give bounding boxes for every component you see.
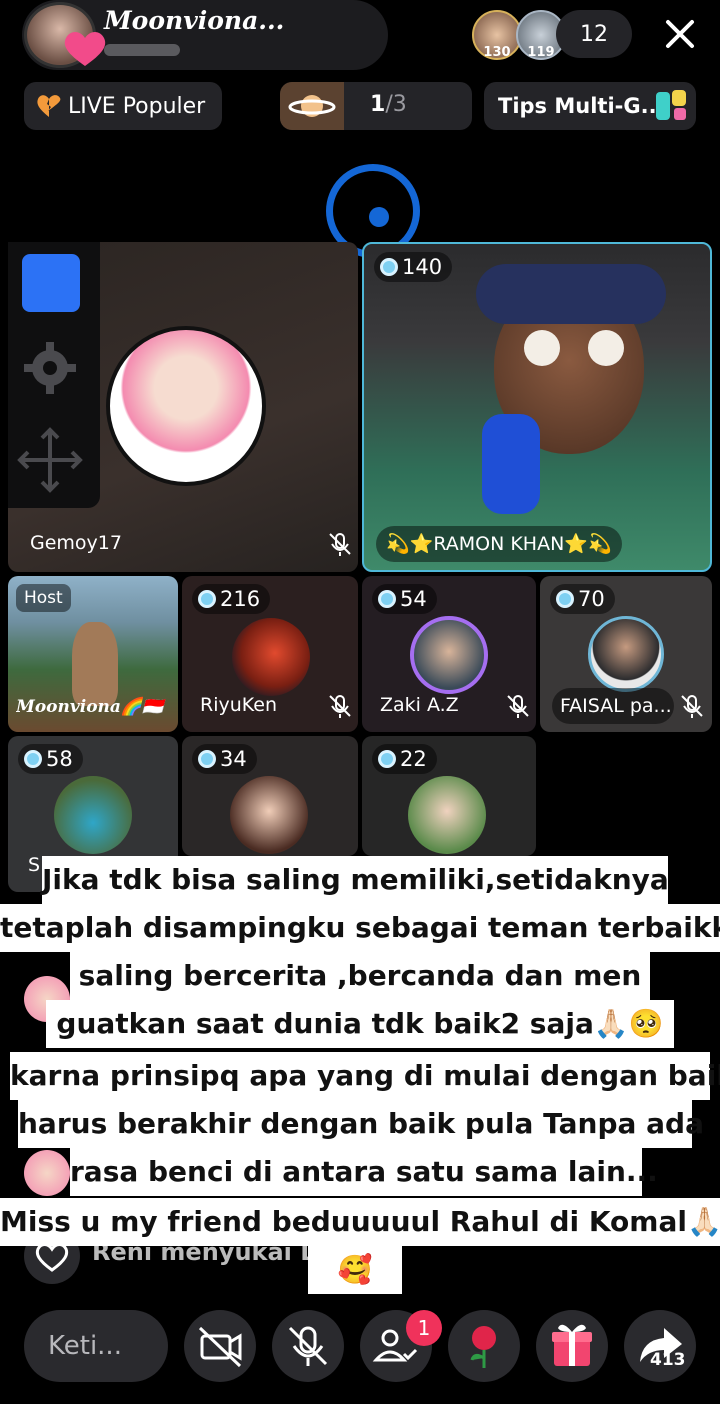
avatar xyxy=(408,776,486,854)
guest-name: Zaki A.Z xyxy=(380,694,459,716)
guest-name: S xyxy=(28,854,41,876)
close-icon[interactable] xyxy=(654,14,706,58)
host-progress-bar xyxy=(104,44,180,56)
guest-name: 💫⭐RAMON KHAN⭐💫 xyxy=(376,526,622,562)
gem-icon xyxy=(378,590,396,608)
gem-badge: 216 xyxy=(192,584,271,614)
overlay-text-line: Jika tdk bisa saling memiliki,setidaknya xyxy=(42,856,669,904)
mic-off-button[interactable] xyxy=(272,1310,344,1382)
avatar xyxy=(588,616,664,692)
overlay-text-line: rasa benci di antara satu sama lain... xyxy=(70,1148,658,1196)
badge-count: 140 xyxy=(402,255,443,279)
notification-badge: 1 xyxy=(406,1310,442,1346)
page-indicator[interactable]: 1/3 xyxy=(280,82,472,130)
host-label: Host xyxy=(16,584,71,612)
guest-tile-host[interactable]: Host Moonviona🌈🇮🇩 xyxy=(8,576,178,732)
live-populer-label: LIVE Populer xyxy=(68,93,206,119)
page-number: 1/3 xyxy=(370,92,407,117)
guest-tile-22[interactable]: 22 xyxy=(362,736,536,856)
gear-icon[interactable] xyxy=(20,338,80,398)
host-name: Moonviona... xyxy=(104,6,285,35)
mic-muted-icon xyxy=(329,695,351,718)
multi-guest-icon xyxy=(656,90,686,120)
guest-tile-34[interactable]: 34 xyxy=(182,736,358,856)
avatar xyxy=(232,618,310,696)
gem-badge: 34 xyxy=(192,744,257,774)
gem-icon xyxy=(380,258,398,276)
gem-badge: 70 xyxy=(550,584,615,614)
gem-badge: 54 xyxy=(372,584,437,614)
badge-count: 70 xyxy=(578,587,605,611)
gem-icon xyxy=(378,750,396,768)
overlay-text-line: guatkan saat dunia tdk baik2 saja🙏🏻🥺 xyxy=(46,1000,674,1048)
overlay-text-line: saling bercerita ,bercanda dan men xyxy=(70,952,650,1000)
gem-icon xyxy=(24,750,42,768)
tips-label: Tips Multi-G... xyxy=(498,94,665,118)
share-count: 413 xyxy=(650,1350,686,1370)
guest-tile-zaki[interactable]: 54 Zaki A.Z xyxy=(362,576,536,732)
avatar xyxy=(230,776,308,854)
gem-badge: 140 xyxy=(374,252,453,282)
host-tile-name: Moonviona🌈🇮🇩 xyxy=(16,697,164,717)
eye-right xyxy=(588,330,624,366)
bandana xyxy=(476,264,666,324)
gift-button[interactable] xyxy=(536,1310,608,1382)
broken-heart-icon xyxy=(37,95,61,117)
overlay-text-line: 🥰 xyxy=(308,1246,402,1294)
share-arrow-icon xyxy=(640,1328,682,1362)
badge-count: 216 xyxy=(220,587,261,611)
page-total: /3 xyxy=(385,92,407,117)
share-button[interactable]: 413 xyxy=(624,1310,696,1382)
microphone xyxy=(482,414,540,514)
chat-avatar[interactable] xyxy=(24,1150,70,1196)
viewer-count[interactable]: 12 xyxy=(556,10,632,58)
guest-name: Gemoy17 xyxy=(30,532,122,554)
avatar xyxy=(410,616,488,694)
guest-tile-ramon-khan[interactable]: 140 💫⭐RAMON KHAN⭐💫 xyxy=(362,242,712,572)
guest-name: FAISAL pa... xyxy=(552,688,674,724)
gem-badge: 58 xyxy=(18,744,83,774)
eye-left xyxy=(524,330,560,366)
overlay-text-line: karna prinsipq apa yang di mulai dengan … xyxy=(10,1052,720,1100)
live-populer-button[interactable]: LIVE Populer xyxy=(24,82,222,130)
gift-icon xyxy=(552,1324,592,1366)
avatar xyxy=(54,776,132,854)
rose-gift-button[interactable] xyxy=(448,1310,520,1382)
mic-off-icon xyxy=(288,1326,328,1366)
mic-muted-icon xyxy=(681,695,703,718)
planet-icon xyxy=(288,95,336,117)
mic-muted-icon xyxy=(329,533,351,556)
badge-count: 34 xyxy=(220,747,247,771)
comment-input[interactable]: Keti... xyxy=(24,1310,168,1382)
planet-box xyxy=(280,82,344,130)
mic-muted-icon xyxy=(507,695,529,718)
badge-count: 54 xyxy=(400,587,427,611)
overlay-text-line: harus berakhir dengan baik pula Tanpa ad… xyxy=(18,1100,704,1148)
rose-icon xyxy=(470,1326,496,1368)
gem-icon xyxy=(556,590,574,608)
heart-icon xyxy=(64,32,106,66)
avatar xyxy=(106,326,266,486)
badge-count: 22 xyxy=(400,747,427,771)
guest-name: RiyuKen xyxy=(200,694,278,716)
overlay-text-line: Miss u my friend beduuuuul Rahul di Koma… xyxy=(0,1198,720,1246)
viewer-badge-1: 130 xyxy=(483,45,511,60)
camera-off-icon xyxy=(198,1326,242,1368)
gem-icon xyxy=(198,590,216,608)
guest-tile-faisal[interactable]: 70 FAISAL pa... xyxy=(540,576,712,732)
page-current: 1 xyxy=(370,92,386,117)
badge-count: 58 xyxy=(46,747,73,771)
move-arrows-icon[interactable] xyxy=(14,424,86,496)
gem-badge: 22 xyxy=(372,744,437,774)
gem-icon xyxy=(198,750,216,768)
guest-tile-riyuken[interactable]: 216 RiyuKen xyxy=(182,576,358,732)
camera-off-button[interactable] xyxy=(184,1310,256,1382)
overlay-text-line: tetaplah disampingku sebagai teman terba… xyxy=(0,904,720,952)
viewer-avatar-1[interactable]: 130 xyxy=(472,10,522,60)
viewer-badge-2: 119 xyxy=(527,45,555,60)
layout-toggle-button[interactable] xyxy=(22,254,80,312)
